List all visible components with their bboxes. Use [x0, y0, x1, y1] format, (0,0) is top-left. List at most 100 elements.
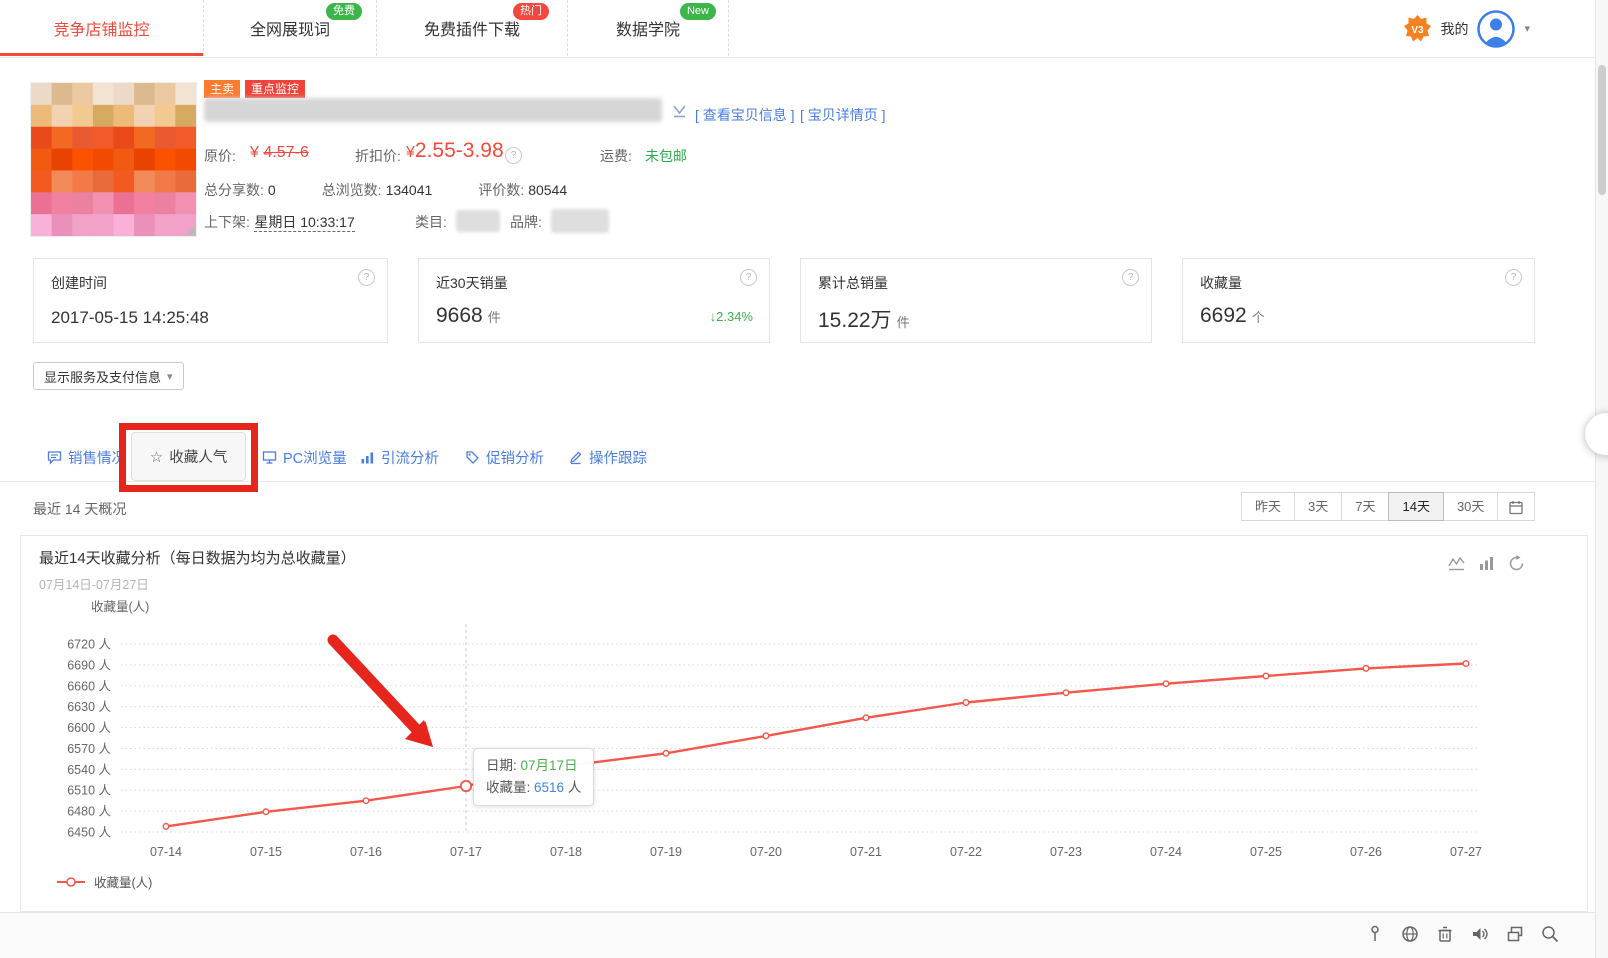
- scrollbar-thumb[interactable]: [1598, 65, 1606, 195]
- tab-operation-tracking[interactable]: 操作跟踪: [568, 432, 647, 482]
- discount-help-icon[interactable]: ?: [505, 147, 522, 164]
- svg-text:07-26: 07-26: [1350, 845, 1382, 859]
- shelf-label: 上下架:: [204, 214, 250, 230]
- favorites-line-chart[interactable]: 6450 人 6480 人 6510 人 6540 人 6570 人 6600 人 6630…: [21, 606, 1566, 906]
- tab-pc-views[interactable]: PC浏览量: [262, 432, 347, 482]
- view-item-info-link[interactable]: [ 查看宝贝信息 ]: [695, 105, 795, 125]
- chart-tooltip: 日期: 07月17日 收藏量: 6516 人: [473, 748, 595, 806]
- chart-date-range: 07月14日-07月27日: [39, 578, 149, 592]
- tab-favorites-popularity-active[interactable]: ☆ 收藏人气: [131, 432, 246, 481]
- svg-text:6660 人: 6660 人: [67, 679, 111, 693]
- svg-text:07-27: 07-27: [1450, 845, 1482, 859]
- tab-traffic-analysis[interactable]: 引流分析: [360, 432, 439, 482]
- svg-text:07-17: 07-17: [450, 845, 482, 859]
- range-3days[interactable]: 3天: [1294, 492, 1343, 521]
- card-title: 创建时间: [51, 275, 107, 291]
- range-14days-active[interactable]: 14天: [1388, 492, 1444, 521]
- show-services-payment-button[interactable]: 显示服务及支付信息 ▾: [33, 362, 184, 390]
- card-favorites: 收藏量 6692 个 ?: [1182, 258, 1535, 343]
- browser-icon[interactable]: [1400, 924, 1420, 944]
- nav-tab-academy[interactable]: 数据学院 New: [568, 0, 729, 56]
- refresh-icon[interactable]: [1508, 555, 1525, 572]
- svg-text:07-24: 07-24: [1150, 845, 1182, 859]
- help-icon[interactable]: ?: [740, 269, 757, 286]
- product-title-censored: [204, 98, 662, 122]
- shipping-value: 未包邮: [645, 148, 687, 164]
- avatar[interactable]: [1477, 9, 1516, 48]
- price-tag-icon: [466, 450, 479, 464]
- svg-text:6450 人: 6450 人: [67, 826, 111, 840]
- help-icon[interactable]: ?: [1122, 269, 1139, 286]
- monitor-icon: [262, 450, 277, 464]
- range-7days[interactable]: 7天: [1341, 492, 1390, 521]
- nav-tab-label: 数据学院: [615, 22, 680, 39]
- nav-tab-label: 全网展现词: [249, 22, 330, 39]
- window-icon[interactable]: [1505, 924, 1525, 944]
- svg-text:07-20: 07-20: [750, 845, 782, 859]
- star-icon: ☆: [149, 448, 164, 466]
- share-count: 总分享数: 0: [204, 182, 276, 198]
- favorites-chart-panel: 最近14天收藏分析（每日数据为均为总收藏量） 07月14日-07月27日 收藏量…: [20, 535, 1588, 912]
- nav-tab-plugin-download[interactable]: 免费插件下载 热门: [377, 0, 568, 56]
- svg-text:6630 人: 6630 人: [67, 700, 111, 714]
- discount-price-label: 折扣价:: [355, 148, 401, 164]
- volume-icon[interactable]: [1470, 924, 1490, 944]
- image-resize-corner: [186, 226, 195, 235]
- tooltip-date: 07月17日: [520, 758, 578, 773]
- item-detail-page-link[interactable]: [ 宝贝详情页 ]: [800, 105, 886, 125]
- version-v3-icon[interactable]: V3: [1404, 15, 1432, 42]
- card-value: 9668 件: [436, 304, 501, 327]
- svg-text:07-23: 07-23: [1050, 845, 1082, 859]
- calendar-icon: [1509, 500, 1524, 514]
- primary-sale-tag: 主卖: [204, 80, 241, 98]
- nav-tab-keywords[interactable]: 全网展现词 免费: [204, 0, 377, 56]
- original-price-value: ¥ 4.57-6: [250, 144, 309, 161]
- tab-sales-status[interactable]: 销售情况: [47, 432, 126, 482]
- card-30day-sales: 近30天销量 9668 件 ↓2.34% ?: [418, 258, 770, 343]
- nav-tab-shop-monitor[interactable]: 竞争店铺监控: [0, 0, 204, 56]
- date-range-group: 昨天 3天 7天 14天 30天: [1241, 492, 1536, 521]
- svg-text:6480 人: 6480 人: [67, 805, 111, 819]
- category-label: 类目:: [415, 214, 447, 230]
- svg-text:6510 人: 6510 人: [67, 784, 111, 798]
- shipping-label: 运费:: [600, 148, 632, 164]
- key-monitor-tag: 重点监控: [245, 80, 306, 98]
- sales-delta-down: ↓2.34%: [709, 309, 753, 324]
- legend-favorites[interactable]: 收藏量(人): [57, 872, 152, 891]
- pin-icon[interactable]: [1365, 924, 1385, 944]
- legend-label: 收藏量(人): [94, 876, 153, 890]
- nav-tab-label: 竞争店铺监控: [53, 22, 150, 39]
- svg-text:07-16: 07-16: [350, 845, 382, 859]
- nav-right-cluster: V3 我的 ▾: [1404, 0, 1530, 57]
- svg-text:07-21: 07-21: [850, 845, 882, 859]
- new-badge: New: [679, 3, 716, 20]
- page: 竞争店铺监控 全网展现词 免费 免费插件下载 热门 数据学院 New V3 我的: [0, 0, 1608, 958]
- floating-side-button[interactable]: [1584, 412, 1608, 456]
- shelf-time-value: 星期日 10:33:17: [254, 214, 355, 232]
- line-chart-toggle-icon[interactable]: [1448, 555, 1465, 572]
- range-30days[interactable]: 30天: [1442, 492, 1499, 521]
- range-yesterday[interactable]: 昨天: [1241, 492, 1296, 521]
- original-price-label: 原价:: [204, 148, 236, 164]
- bar-chart-toggle-icon[interactable]: [1478, 555, 1495, 572]
- help-icon[interactable]: ?: [358, 269, 375, 286]
- trash-icon[interactable]: [1435, 924, 1455, 944]
- scrollbar-track[interactable]: [1595, 0, 1608, 958]
- bar-growth-icon: [361, 452, 374, 463]
- chat-bubble-icon: [47, 450, 62, 465]
- shelf-row: 上下架: 星期日 10:33:17 类目: 品牌:: [204, 209, 704, 236]
- my-account-label[interactable]: 我的: [1440, 19, 1468, 39]
- svg-text:07-22: 07-22: [950, 845, 982, 859]
- card-title: 近30天销量: [436, 275, 508, 291]
- review-count: 评价数: 80544: [478, 182, 568, 198]
- view-count: 总浏览数: 134041: [321, 182, 433, 198]
- rank-icon: [673, 105, 686, 118]
- account-caret-icon[interactable]: ▾: [1524, 22, 1530, 35]
- card-title: 累计总销量: [818, 275, 888, 291]
- calendar-picker-button[interactable]: [1497, 492, 1536, 521]
- magnifier-icon[interactable]: [1540, 924, 1560, 944]
- tab-promotion-analysis[interactable]: 促销分析: [465, 432, 544, 482]
- product-tags: 主卖 重点监控: [204, 80, 306, 98]
- help-icon[interactable]: ?: [1505, 269, 1522, 286]
- divider: [0, 481, 1595, 482]
